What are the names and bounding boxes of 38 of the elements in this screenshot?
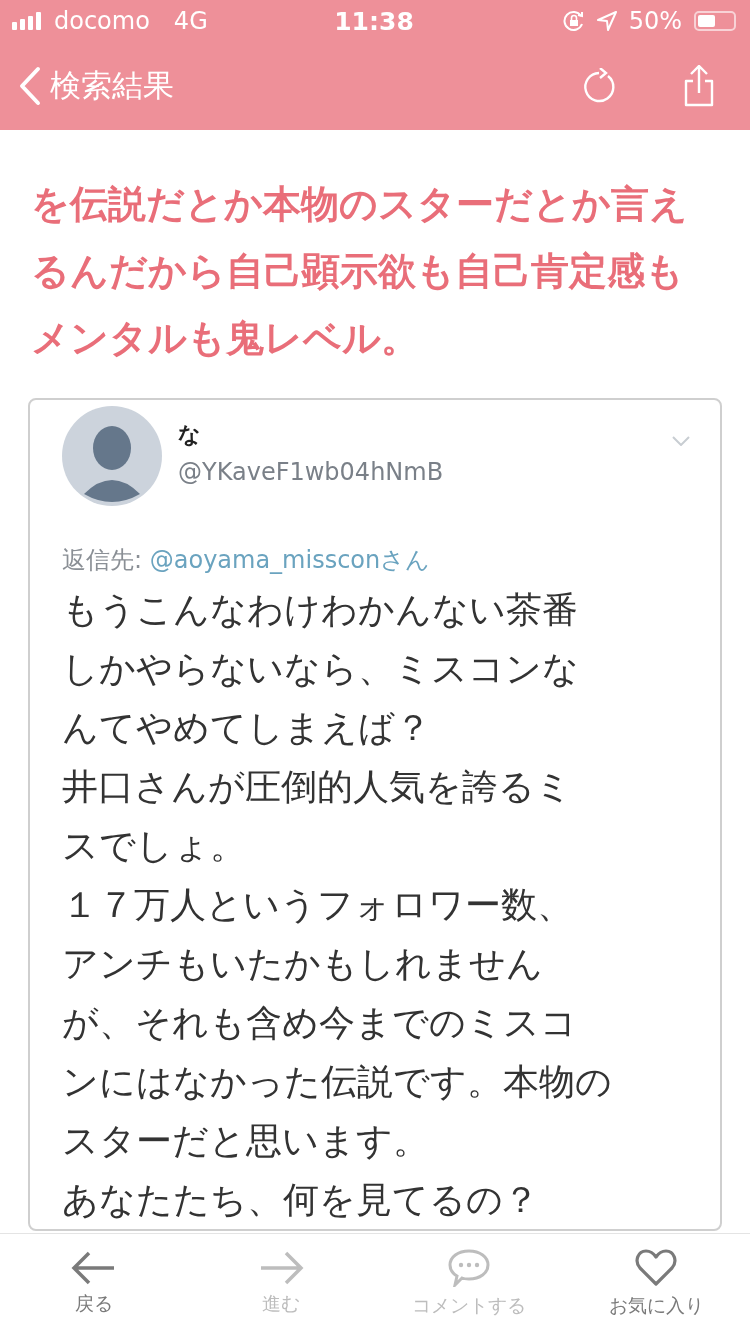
back-tab[interactable]: 戻る bbox=[0, 1234, 188, 1334]
tweet-text-line: 井口さんが圧倒的人気を誇るミ bbox=[62, 765, 573, 809]
tweet-text-line: ンにはなかった伝説です。本物の bbox=[62, 1060, 613, 1104]
clock-time: 11:38 bbox=[334, 6, 414, 36]
signal-icon bbox=[12, 12, 44, 30]
tweet-text-line: あなたたち、何を見てるの？ bbox=[62, 1178, 540, 1222]
back-button[interactable]: 検索結果 bbox=[18, 65, 174, 107]
arrow-left-icon bbox=[70, 1251, 117, 1285]
battery-icon bbox=[694, 11, 736, 31]
location-icon bbox=[596, 11, 617, 31]
reload-icon[interactable] bbox=[582, 68, 616, 104]
tweet-text-line: んてやめてしまえば？ bbox=[62, 706, 432, 750]
user-handle: @YKaveF1wb04hNmB bbox=[178, 458, 444, 486]
article-text-line: るんだから自己顕示欲も自己肯定感も bbox=[30, 248, 685, 295]
reply-label: 返信先: bbox=[62, 546, 143, 574]
tweet-text-line: スターだと思います。 bbox=[62, 1119, 430, 1163]
tweet-text-line: もうこんなわけわかんない茶番 bbox=[62, 588, 579, 632]
article-text-line: メンタルも鬼レベル。 bbox=[30, 315, 420, 362]
network-type: 4G bbox=[173, 7, 208, 35]
reply-mention: @aoyama_missconさん bbox=[149, 546, 431, 574]
chevron-down-icon bbox=[672, 436, 690, 446]
battery-percent: 50% bbox=[628, 7, 682, 35]
favorite-tab[interactable]: お気に入り bbox=[562, 1234, 750, 1334]
heart-icon bbox=[635, 1249, 678, 1287]
tweet-text-line: １７万人というフォロワー数、 bbox=[62, 883, 574, 927]
tweet-text-line: しかやらないなら、ミスコンな bbox=[62, 647, 580, 691]
chevron-left-icon bbox=[18, 66, 42, 106]
rotation-lock-icon bbox=[562, 10, 585, 32]
tweet-text-line: スでしょ。 bbox=[62, 824, 247, 868]
carrier-name: docomo bbox=[54, 7, 150, 35]
article-text-line: を伝説だとか本物のスターだとか言え bbox=[30, 181, 689, 228]
tweet-text-line: アンチもいたかもしれません bbox=[62, 942, 544, 986]
speech-bubble-icon bbox=[447, 1249, 490, 1287]
tweet-text-line: が、それも含め今までのミスコ bbox=[62, 1001, 578, 1045]
avatar-icon bbox=[62, 406, 162, 506]
share-icon[interactable] bbox=[682, 65, 716, 107]
arrow-right-icon bbox=[258, 1251, 305, 1285]
user-name: な bbox=[178, 421, 202, 449]
